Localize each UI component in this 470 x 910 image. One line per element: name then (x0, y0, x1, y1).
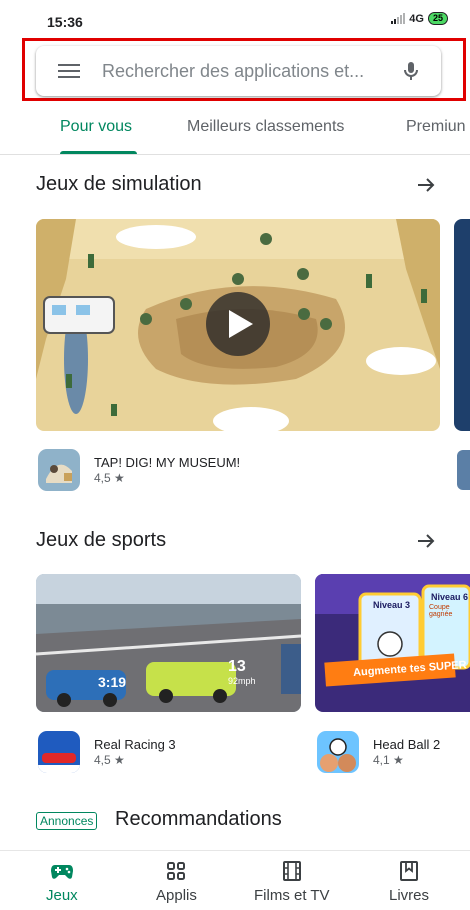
section-title-simulation: Jeux de simulation (36, 173, 202, 195)
section-title-sports: Jeux de sports (36, 529, 167, 551)
arrow-right-icon[interactable] (414, 173, 438, 197)
race-speed-overlay: 13 (228, 658, 246, 675)
simulation-video-card[interactable] (36, 219, 440, 431)
nav-item-livres[interactable]: Livres (389, 861, 429, 904)
network-label: 4G (409, 12, 424, 25)
real-racing-app-icon (38, 731, 80, 773)
nav-label: Jeux (46, 887, 78, 904)
film-icon (282, 861, 301, 881)
status-bar: 15:36 4G 25 (0, 0, 470, 36)
app-name: Head Ball 2 (373, 737, 441, 752)
battery-indicator: 25 (427, 12, 448, 25)
tap-dig-app-icon (38, 449, 80, 491)
race-speed-unit: 92mph (228, 676, 256, 686)
nav-item-applis[interactable]: Applis (156, 861, 197, 904)
status-right: 4G 25 (391, 12, 448, 25)
head-ball-card-sub: Coupe gagnée (429, 604, 453, 618)
next-app-icon-peek (457, 450, 470, 490)
tab-meilleurs-classements[interactable]: Meilleurs classements (187, 118, 344, 136)
nav-label: Applis (156, 887, 197, 904)
head-ball-card-right: Niveau 6 (431, 592, 469, 602)
racing-artwork (36, 574, 301, 712)
section-title-recommendations: Recommandations (115, 808, 282, 830)
app-name: Real Racing 3 (94, 737, 176, 752)
tab-bar: Pour vous Meilleurs classements Premiun (0, 108, 470, 155)
app-rating: 4,5 ★ (94, 753, 125, 767)
search-input[interactable]: Rechercher des applications et... (102, 61, 399, 82)
gamepad-icon (50, 865, 73, 879)
nav-label: Livres (389, 887, 430, 904)
tab-premium[interactable]: Premiun (406, 118, 466, 136)
app-item-tap-dig[interactable]: TAP! DIG! MY MUSEUM! 4,5 ★ (38, 449, 240, 491)
tab-active-indicator (60, 151, 137, 154)
search-bar[interactable]: Rechercher des applications et... (36, 46, 441, 96)
app-rating: 4,1 ★ (373, 753, 404, 767)
real-racing-video-card[interactable]: 3:19 13 92mph (36, 574, 301, 712)
next-card-peek (454, 219, 470, 431)
menu-icon[interactable] (58, 64, 80, 78)
nav-item-films-tv[interactable]: Films et TV (254, 861, 330, 904)
signal-icon (391, 13, 406, 24)
nav-label: Films et TV (254, 887, 330, 904)
app-item-real-racing[interactable]: Real Racing 3 4,5 ★ (38, 731, 176, 773)
race-time-overlay: 3:19 (98, 674, 127, 690)
head-ball-app-icon (317, 731, 359, 773)
museum-game-artwork (36, 219, 440, 431)
nav-item-jeux[interactable]: Jeux (46, 861, 78, 904)
head-ball-card-left: Niveau 3 (373, 600, 411, 610)
bottom-navigation: Jeux Applis Films et TV Livres (0, 850, 470, 910)
ads-badge: Annonces (36, 812, 98, 830)
bookmark-icon (400, 861, 418, 881)
status-time: 15:36 (47, 14, 83, 30)
apps-grid-icon (167, 862, 186, 880)
microphone-icon[interactable] (399, 59, 423, 83)
app-name: TAP! DIG! MY MUSEUM! (94, 455, 241, 470)
tab-pour-vous[interactable]: Pour vous (60, 118, 132, 136)
app-rating: 4,5 ★ (94, 471, 125, 485)
app-item-head-ball[interactable]: Head Ball 2 4,1 ★ (317, 731, 440, 773)
head-ball-video-card[interactable]: Niveau 3 Niveau 6 Coupe gagnée Augmente … (315, 574, 470, 712)
arrow-right-icon[interactable] (414, 529, 438, 553)
